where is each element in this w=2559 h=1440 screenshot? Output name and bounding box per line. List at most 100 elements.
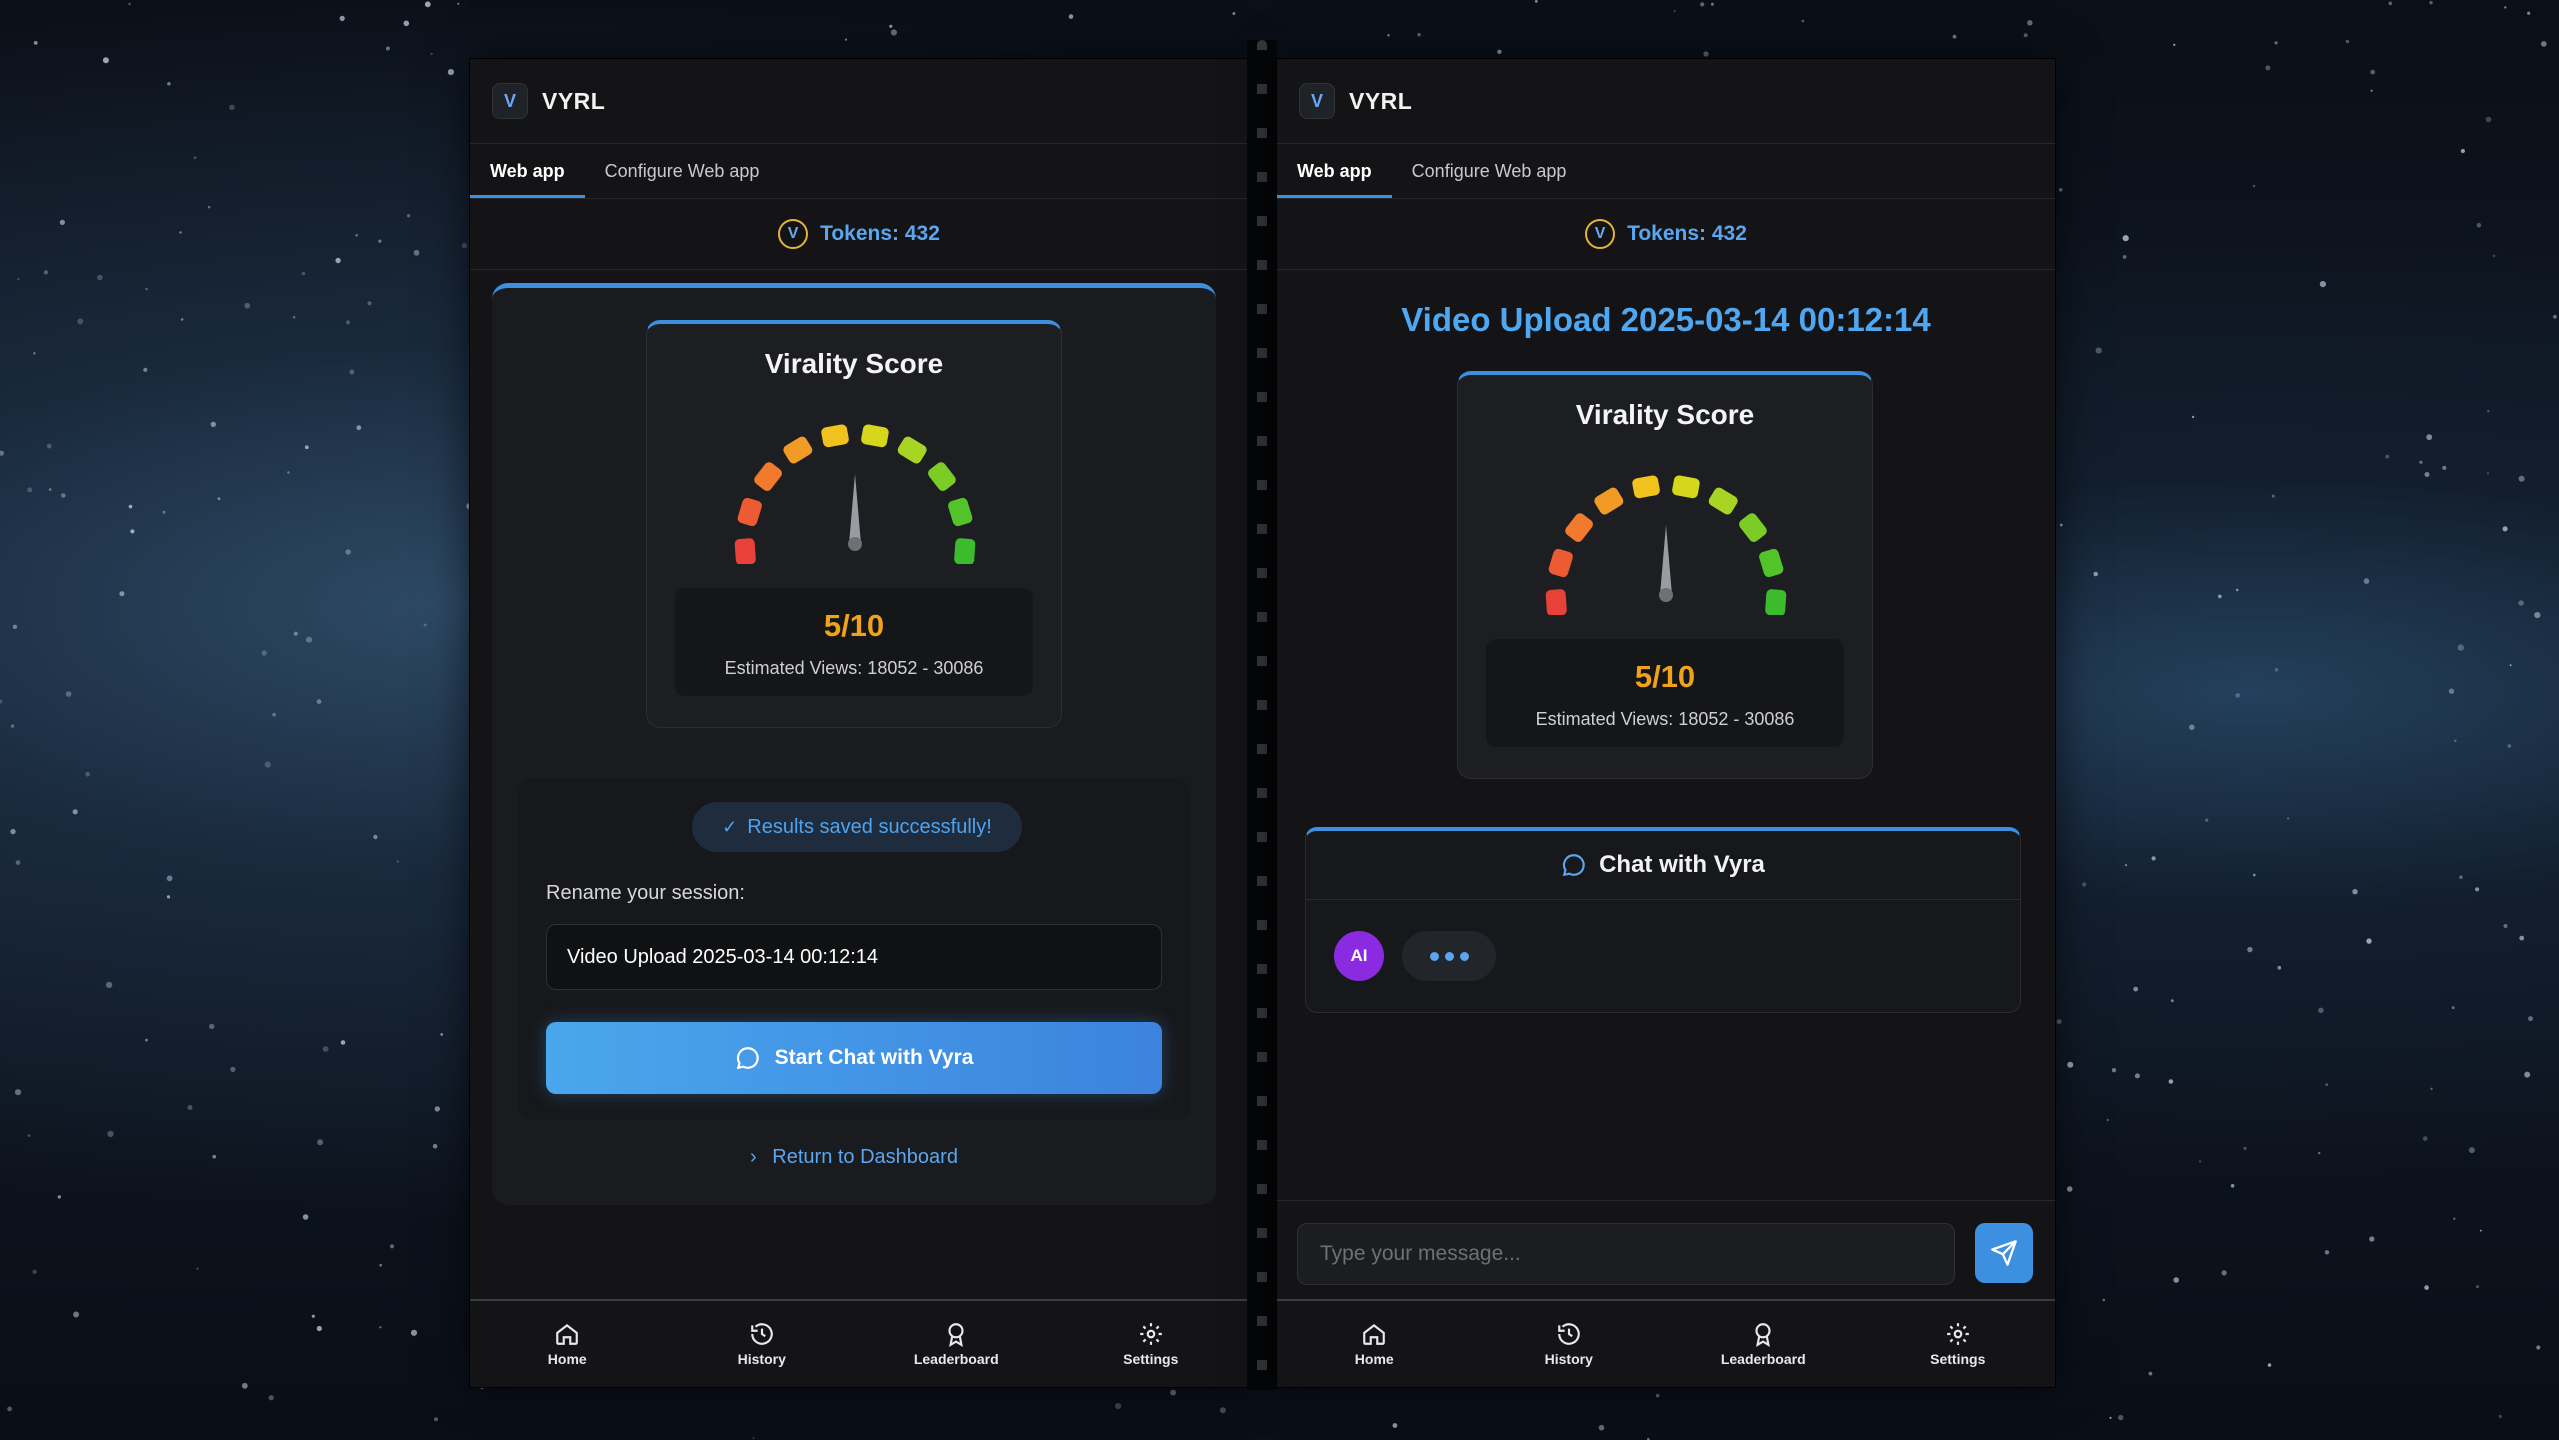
results-screen: V VYRL Web app Configure Web app V Token… xyxy=(469,58,1249,1388)
app-title: VYRL xyxy=(542,87,606,114)
nav-leaderboard[interactable]: Leaderboard xyxy=(901,1321,1011,1367)
gauge-segment xyxy=(1594,487,1624,515)
send-button[interactable] xyxy=(1975,1223,2033,1283)
gauge-segment xyxy=(1565,513,1593,542)
gauge-segment xyxy=(954,538,976,564)
tab-web-app[interactable]: Web app xyxy=(1277,144,1392,198)
return-to-dashboard-link[interactable]: › Return to Dashboard xyxy=(492,1146,1216,1169)
virality-gauge xyxy=(1545,475,1787,615)
gauge-segment xyxy=(1672,475,1700,499)
result-card: Virality Score 5/10 Estimated Views: 180… xyxy=(492,283,1216,1205)
nav-home[interactable]: Home xyxy=(1319,1321,1429,1367)
nav-settings-label: Settings xyxy=(1123,1351,1179,1367)
score-title: Virality Score xyxy=(1575,399,1755,430)
gauge-needle xyxy=(849,474,861,544)
chat-header-label: Chat with Vyra xyxy=(1599,851,1765,878)
token-coin-icon: V xyxy=(1585,219,1616,249)
estimated-views: Estimated Views: 18052 - 30086 xyxy=(724,658,984,678)
gauge-segment xyxy=(737,497,762,527)
score-value: 5/10 xyxy=(1634,659,1696,694)
gauge-segment xyxy=(928,462,956,491)
leaderboard-icon xyxy=(948,1323,964,1347)
saved-badge-text: Results saved successfully! xyxy=(747,815,992,838)
score-summary: 5/10 Estimated Views: 18052 - 30086 xyxy=(675,588,1033,696)
tab-web-app[interactable]: Web app xyxy=(470,144,585,198)
message-input[interactable] xyxy=(1297,1223,1955,1285)
send-icon xyxy=(1991,1240,2017,1266)
virality-score-card: Virality Score 5/10 Estimated Views: 180… xyxy=(1457,371,1873,779)
nav-history[interactable]: History xyxy=(707,1321,817,1367)
typing-indicator xyxy=(1402,931,1496,981)
gauge-segment xyxy=(821,424,849,448)
nav-home-label: Home xyxy=(1354,1351,1394,1367)
home-icon xyxy=(556,1323,579,1345)
v-logo-icon: V xyxy=(1299,83,1335,119)
gauge-segment xyxy=(948,497,973,527)
score-title: Virality Score xyxy=(764,348,944,379)
token-coin-icon: V xyxy=(778,219,809,249)
bottom-nav: Home History Leaderboard Settings xyxy=(1277,1299,2055,1387)
nav-settings[interactable]: Settings xyxy=(1096,1321,1206,1367)
rename-label: Rename your session: xyxy=(546,882,745,904)
tokens-bar: V Tokens: 432 xyxy=(470,199,1248,270)
gauge-hub xyxy=(1659,588,1673,602)
session-name-input[interactable] xyxy=(546,924,1162,990)
start-chat-label: Start Chat with Vyra xyxy=(774,1046,974,1069)
chat-bubble-icon xyxy=(736,1047,759,1070)
chat-screen: V VYRL Web app Configure Web app V Token… xyxy=(1276,58,2056,1388)
gauge-segment xyxy=(897,436,927,464)
gauge-segment xyxy=(1708,487,1738,515)
gear-icon xyxy=(1946,1323,1969,1345)
chat-panel: Chat with Vyra AI xyxy=(1305,827,2021,1013)
gauge-segment xyxy=(754,462,782,491)
nav-history-label: History xyxy=(737,1351,786,1367)
gauge-segment xyxy=(1548,548,1573,578)
gauge-hub xyxy=(848,537,862,551)
saved-badge: ✓ Results saved successfully! xyxy=(692,802,1022,852)
tab-configure-web-app[interactable]: Configure Web app xyxy=(585,144,780,198)
session-title: Video Upload 2025-03-14 00:12:14 xyxy=(1401,301,1931,338)
gauge-segment xyxy=(1739,513,1767,542)
nav-home[interactable]: Home xyxy=(512,1321,622,1367)
tab-configure-web-app[interactable]: Configure Web app xyxy=(1392,144,1587,198)
gauge-segment xyxy=(1759,548,1784,578)
history-icon xyxy=(1557,1323,1580,1345)
nav-settings-label: Settings xyxy=(1930,1351,1986,1367)
home-icon xyxy=(1363,1323,1386,1345)
app-header: V VYRL xyxy=(1277,59,2055,144)
gauge-needle xyxy=(1660,525,1672,595)
tab-bar: Web app Configure Web app xyxy=(470,144,1248,199)
tokens-bar: V Tokens: 432 xyxy=(1277,199,2055,270)
app-title: VYRL xyxy=(1349,87,1413,114)
gauge-segment xyxy=(783,436,813,464)
score-value: 5/10 xyxy=(823,608,885,643)
virality-score-card: Virality Score 5/10 Estimated Views: 180… xyxy=(646,320,1062,728)
virality-gauge xyxy=(734,424,976,564)
gauge-segment xyxy=(1545,589,1567,615)
return-link-label: Return to Dashboard xyxy=(772,1146,958,1168)
gauge-segment xyxy=(861,424,889,448)
history-icon xyxy=(750,1323,773,1345)
nav-settings[interactable]: Settings xyxy=(1903,1321,2013,1367)
message-bar xyxy=(1277,1200,2055,1301)
v-logo-icon: V xyxy=(492,83,528,119)
app-header: V VYRL xyxy=(470,59,1248,144)
screen-divider xyxy=(1247,40,1277,1390)
nav-leaderboard-label: Leaderboard xyxy=(1720,1351,1806,1367)
start-chat-button[interactable]: Start Chat with Vyra xyxy=(546,1022,1162,1094)
bottom-nav: Home History Leaderboard Settings xyxy=(470,1299,1248,1387)
tokens-count: Tokens: 432 xyxy=(1627,222,1747,245)
nav-history[interactable]: History xyxy=(1514,1321,1624,1367)
chat-bubble-icon xyxy=(1562,854,1585,877)
nav-history-label: History xyxy=(1544,1351,1593,1367)
nav-leaderboard[interactable]: Leaderboard xyxy=(1708,1321,1818,1367)
check-icon: ✓ xyxy=(722,816,738,837)
tab-bar: Web app Configure Web app xyxy=(1277,144,2055,199)
nav-home-label: Home xyxy=(547,1351,587,1367)
gauge-segment xyxy=(1632,475,1660,499)
score-summary: 5/10 Estimated Views: 18052 - 30086 xyxy=(1486,639,1844,747)
chevron-right-icon: › xyxy=(750,1146,757,1168)
gauge-segment xyxy=(734,538,756,564)
ai-avatar: AI xyxy=(1334,931,1384,981)
tokens-count: Tokens: 432 xyxy=(820,222,940,245)
